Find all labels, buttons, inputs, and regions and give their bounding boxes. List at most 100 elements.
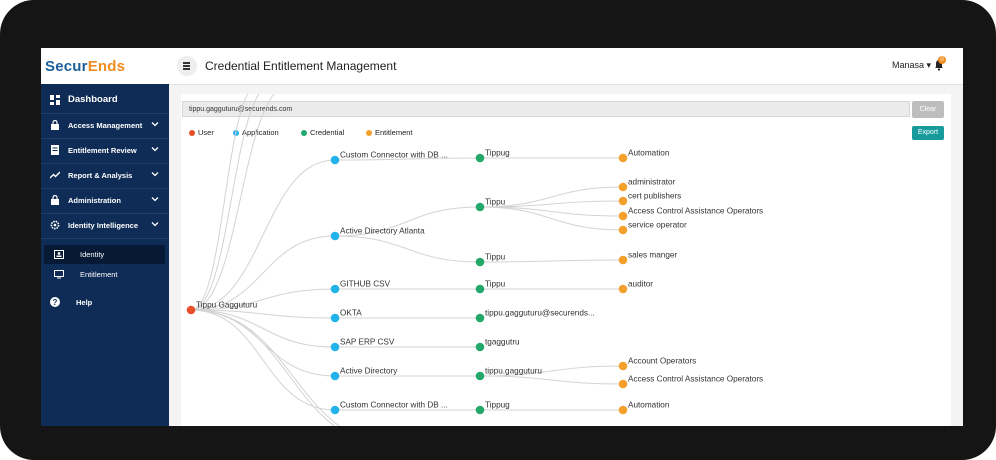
entitlement-node[interactable]: [618, 211, 628, 221]
graph-link: [190, 159, 336, 311]
credential-node[interactable]: [475, 153, 485, 163]
chevron-down-icon: [151, 197, 159, 202]
sidebar-item-label: Help: [76, 298, 93, 307]
lock-icon: [51, 120, 59, 130]
chevron-down-icon: [151, 222, 159, 227]
credential-node[interactable]: [475, 371, 485, 381]
sidebar-subitem-label: Identity: [80, 250, 105, 259]
user-node[interactable]: [186, 305, 196, 315]
entitlement-label: Automation: [628, 149, 670, 158]
application-node[interactable]: [330, 405, 340, 415]
logo-part-1: Secur: [45, 58, 88, 75]
application-node[interactable]: [330, 284, 340, 294]
question-icon: ?: [50, 297, 60, 307]
sidebar-item-report-analysis[interactable]: Report & Analysis: [41, 165, 169, 187]
credential-label: Tippu: [485, 280, 506, 289]
entitlement-node[interactable]: [618, 405, 628, 415]
entitlement-label: Access Control Assistance Operators: [628, 207, 763, 216]
chevron-down-icon: [151, 172, 159, 177]
graph-link: [190, 94, 249, 311]
credential-node[interactable]: [475, 257, 485, 267]
document-icon: [51, 145, 59, 155]
application-label: Active Directory Atlanta: [340, 227, 425, 236]
entitlement-label: Automation: [628, 401, 670, 410]
entitlement-node[interactable]: [618, 182, 628, 192]
id-card-icon: [54, 250, 64, 259]
entitlement-label: cert publishers: [628, 192, 681, 201]
application-label: Custom Connector with DB ...: [340, 401, 448, 410]
credential-label: tippu.gagguturu@securends...: [485, 309, 595, 318]
dashboard-icon: [50, 95, 60, 105]
caret-down-icon: ▾: [926, 60, 932, 70]
entitlement-node[interactable]: [618, 284, 628, 294]
credential-label: tgaggutru: [485, 338, 520, 347]
entitlement-label: Access Control Assistance Operators: [628, 375, 763, 384]
user-label: Tippu Gagguturu: [196, 301, 258, 310]
credential-node[interactable]: [475, 313, 485, 323]
top-bar: SecurEnds Credential Entitlement Managem…: [41, 48, 963, 85]
monitor-icon: [54, 270, 64, 279]
entitlement-label: service operator: [628, 221, 687, 230]
credential-label: Tippug: [485, 401, 510, 410]
user-menu[interactable]: Manasa ▾: [892, 60, 931, 71]
svg-text:?: ?: [53, 298, 58, 307]
entitlement-node[interactable]: [618, 196, 628, 206]
credential-node[interactable]: [475, 405, 485, 415]
graph-link: [479, 375, 624, 385]
sidebar-item-access-management[interactable]: Access Management: [41, 115, 169, 137]
menu-icon: [183, 62, 190, 64]
graph-link: [190, 309, 336, 411]
sidebar-subitem-label: Entitlement: [80, 270, 118, 279]
entitlement-node[interactable]: [618, 361, 628, 371]
page-title: Credential Entitlement Management: [205, 59, 397, 73]
app-screen: SecurEnds Credential Entitlement Managem…: [41, 48, 963, 426]
entitlement-node[interactable]: [618, 153, 628, 163]
graph-link: [479, 206, 624, 217]
sidebar-item-label: Identity Intelligence: [68, 221, 139, 230]
credential-node[interactable]: [475, 202, 485, 212]
credential-node[interactable]: [475, 342, 485, 352]
graph-link: [190, 235, 336, 311]
entitlement-label: Account Operators: [628, 357, 696, 366]
sidebar-item-label: Administration: [68, 196, 121, 205]
sidebar-item-dashboard[interactable]: Dashboard: [41, 90, 169, 112]
sidebar: Dashboard Access Management Entitlement …: [41, 84, 169, 426]
entitlement-node[interactable]: [618, 379, 628, 389]
entitlement-node[interactable]: [618, 225, 628, 235]
application-node[interactable]: [330, 155, 340, 165]
gear-icon: [50, 220, 60, 230]
application-label: Active Directory: [340, 367, 398, 376]
credential-label: Tippu: [485, 198, 506, 207]
user-name: Manasa: [892, 60, 925, 70]
application-label: Custom Connector with DB ...: [340, 151, 448, 160]
sidebar-subitem-identity[interactable]: Identity: [44, 245, 165, 264]
notification-badge: 0: [938, 56, 946, 64]
application-node[interactable]: [330, 231, 340, 241]
menu-toggle-button[interactable]: [177, 56, 197, 76]
sidebar-item-help[interactable]: ? Help: [41, 292, 169, 314]
application-node[interactable]: [330, 313, 340, 323]
graph-link: [190, 94, 260, 311]
graph-link: [334, 235, 481, 263]
entitlement-node[interactable]: [618, 255, 628, 265]
credential-node[interactable]: [475, 284, 485, 294]
credential-label: Tippu: [485, 253, 506, 262]
identity-graph-panel: tippu.gagguturu@securends.com Clear Expo…: [181, 94, 951, 426]
application-node[interactable]: [330, 371, 340, 381]
entitlement-label: sales manger: [628, 251, 677, 260]
sidebar-item-administration[interactable]: Administration: [41, 190, 169, 212]
logo-part-2: Ends: [87, 58, 126, 75]
graph-link: [190, 309, 336, 348]
entitlement-label: administrator: [628, 178, 676, 187]
application-label: OKTA: [340, 309, 362, 318]
sidebar-item-identity-intelligence[interactable]: Identity Intelligence: [41, 215, 169, 237]
credential-label: tippu.gagguturu: [485, 367, 542, 376]
identity-graph: Tippu Gagguturu Custom Connector with DB …: [186, 94, 763, 426]
lock-icon: [51, 195, 59, 205]
sidebar-item-entitlement-review[interactable]: Entitlement Review: [41, 140, 169, 162]
chevron-down-icon: [151, 122, 159, 127]
app-logo[interactable]: SecurEnds: [45, 58, 125, 75]
sidebar-subitem-entitlement[interactable]: Entitlement: [44, 265, 165, 284]
application-node[interactable]: [330, 342, 340, 352]
application-label: GITHUB CSV: [340, 280, 391, 289]
